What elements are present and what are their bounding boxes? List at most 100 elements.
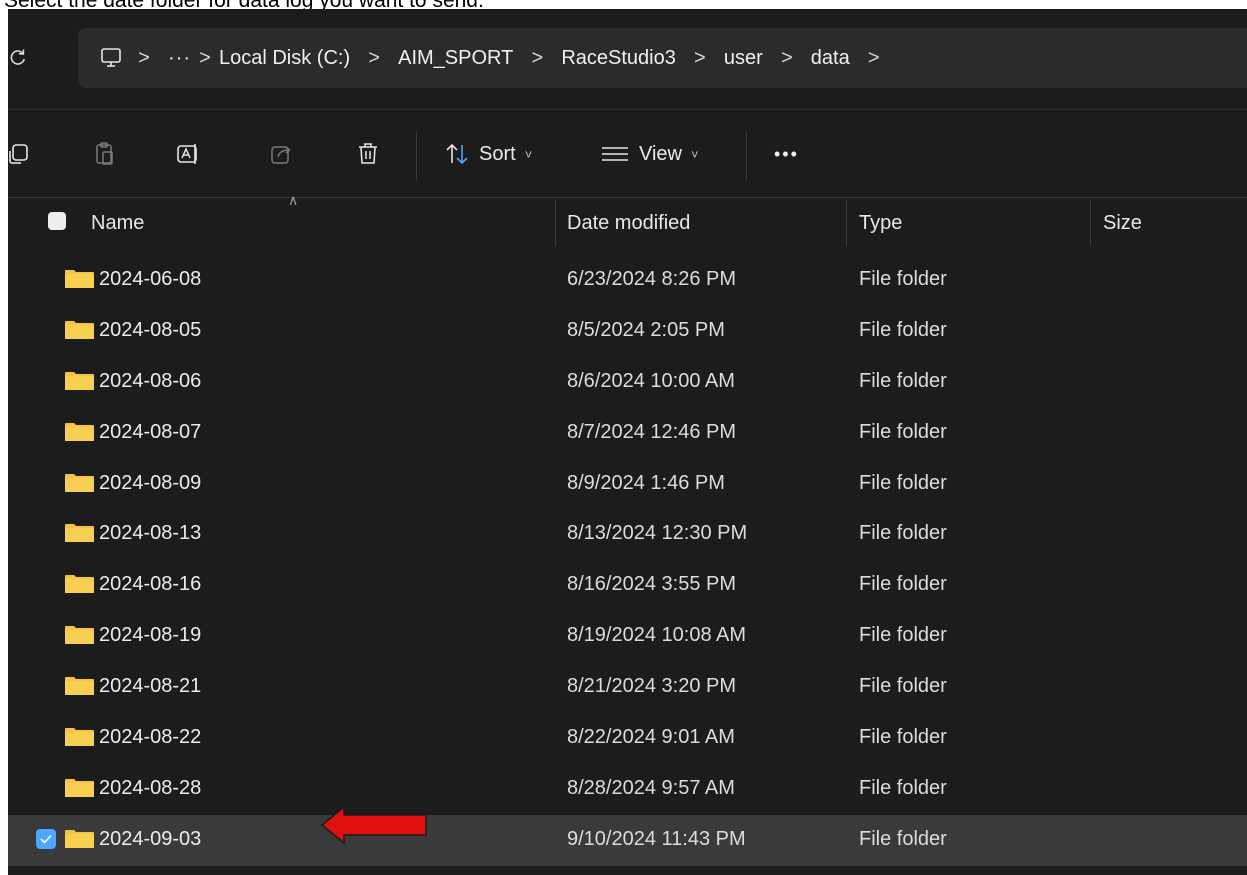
breadcrumb-separator[interactable]: > — [122, 47, 166, 70]
column-separator[interactable] — [1090, 200, 1091, 246]
folder-icon — [65, 829, 94, 848]
breadcrumb-aim-sport[interactable]: AIM_SPORT — [396, 47, 515, 70]
table-row[interactable]: 2024-08-21 8/21/2024 3:20 PM File folder — [8, 662, 1247, 713]
breadcrumb-ellipsis[interactable]: ··· — [166, 47, 193, 70]
table-row[interactable]: 2024-08-16 8/16/2024 3:55 PM File folder — [8, 560, 1247, 611]
table-row[interactable]: 2024-08-13 8/13/2024 12:30 PM File folde… — [8, 509, 1247, 560]
breadcrumb-separator[interactable]: > — [678, 47, 722, 70]
column-header-name[interactable]: Name — [91, 198, 144, 248]
trash-icon — [359, 143, 377, 164]
toolbar-separator — [746, 132, 747, 180]
view-label: View — [639, 142, 682, 165]
more-icon: ••• — [774, 143, 799, 164]
breadcrumb-separator[interactable]: > — [515, 47, 559, 70]
folder-icon — [65, 524, 94, 543]
row-date-modified: 8/7/2024 12:46 PM — [567, 420, 737, 443]
toolbar-separator — [416, 132, 417, 180]
row-name: 2024-08-22 — [99, 726, 202, 749]
row-date-modified: 8/5/2024 2:05 PM — [567, 318, 725, 341]
table-row[interactable]: 2024-08-22 8/22/2024 9:01 AM File folder — [8, 713, 1247, 764]
row-type: File folder — [859, 675, 947, 698]
table-row[interactable]: 2024-08-07 8/7/2024 12:46 PM File folder — [8, 408, 1247, 459]
share-icon — [271, 146, 291, 164]
sort-icon — [446, 143, 468, 165]
table-row-selected[interactable]: 2024-09-03 9/10/2024 11:43 PM File folde… — [8, 814, 1247, 866]
row-name: 2024-08-06 — [99, 369, 202, 392]
folder-icon — [65, 270, 94, 288]
sort-button[interactable]: Sort ˅ — [445, 136, 532, 172]
file-list: 2024-06-08 6/23/2024 8:26 PM File folder… — [8, 255, 1247, 866]
table-row[interactable]: 2024-08-05 8/5/2024 2:05 PM File folder — [8, 306, 1247, 357]
refresh-icon — [10, 49, 25, 65]
address-row: > ··· > Local Disk (C:) > AIM_SPORT > Ra… — [8, 9, 1247, 109]
table-row[interactable]: 2024-08-19 8/19/2024 10:08 AM File folde… — [8, 611, 1247, 662]
row-date-modified: 8/16/2024 3:55 PM — [567, 573, 737, 596]
folder-icon — [65, 677, 94, 696]
column-header-size[interactable]: Size — [1103, 198, 1142, 248]
table-row[interactable]: 2024-08-28 8/28/2024 9:57 AM File folder — [8, 764, 1247, 815]
chevron-down-icon: ˅ — [524, 146, 533, 162]
select-all-checkbox[interactable] — [48, 212, 66, 230]
breadcrumb-local-disk[interactable]: Local Disk (C:) — [217, 47, 352, 70]
share-button[interactable] — [270, 136, 294, 172]
breadcrumb-data[interactable]: data — [809, 47, 852, 70]
row-date-modified: 8/21/2024 3:20 PM — [567, 675, 737, 698]
row-type: File folder — [859, 522, 947, 545]
row-type: File folder — [859, 726, 947, 749]
breadcrumb-separator[interactable]: > — [193, 47, 217, 70]
breadcrumb[interactable]: > ··· > Local Disk (C:) > AIM_SPORT > Ra… — [78, 28, 1247, 88]
row-date-modified: 6/23/2024 8:26 PM — [567, 268, 737, 290]
column-separator[interactable] — [555, 200, 556, 246]
paste-button[interactable] — [94, 136, 116, 172]
row-type: File folder — [859, 573, 947, 596]
row-type: File folder — [859, 624, 947, 647]
refresh-button[interactable] — [8, 39, 28, 75]
sort-label: Sort — [479, 142, 516, 165]
rename-icon — [177, 144, 197, 164]
folder-icon — [65, 575, 94, 594]
row-date-modified: 8/6/2024 10:00 AM — [567, 369, 735, 392]
folder-icon — [65, 371, 94, 390]
table-row[interactable]: 2024-08-06 8/6/2024 10:00 AM File folder — [8, 357, 1247, 408]
row-type: File folder — [859, 776, 947, 799]
delete-button[interactable] — [357, 136, 379, 172]
this-pc-icon[interactable] — [100, 47, 122, 69]
row-name: 2024-08-05 — [99, 318, 202, 341]
new-item-icon — [9, 144, 28, 164]
row-name: 2024-09-03 — [99, 827, 202, 850]
row-checkbox[interactable] — [36, 828, 56, 849]
column-header-date-modified[interactable]: Date modified — [567, 198, 690, 248]
more-options-button[interactable]: ••• — [774, 136, 799, 172]
row-type: File folder — [859, 318, 947, 341]
row-date-modified: 8/22/2024 9:01 AM — [567, 726, 735, 749]
breadcrumb-separator[interactable]: > — [765, 47, 809, 70]
table-row[interactable]: 2024-08-09 8/9/2024 1:46 PM File folder — [8, 459, 1247, 510]
folder-icon — [65, 473, 94, 492]
rename-button[interactable] — [176, 136, 202, 172]
breadcrumb-racestudio3[interactable]: RaceStudio3 — [559, 47, 678, 70]
breadcrumb-separator[interactable]: > — [852, 47, 896, 70]
table-row[interactable]: 2024-06-08 6/23/2024 8:26 PM File folder — [8, 255, 1247, 306]
breadcrumb-user[interactable]: user — [722, 47, 765, 70]
row-name: 2024-08-19 — [99, 624, 202, 647]
view-button[interactable]: View ˅ — [601, 136, 699, 172]
row-type: File folder — [859, 268, 947, 290]
folder-icon — [65, 626, 94, 645]
annotation-arrow-icon — [320, 805, 427, 845]
row-name: 2024-08-16 — [99, 573, 202, 596]
checkmark-icon — [40, 834, 52, 844]
row-date-modified: 8/9/2024 1:46 PM — [567, 471, 725, 494]
row-name: 2024-08-21 — [99, 675, 202, 698]
breadcrumb-separator[interactable]: > — [352, 47, 396, 70]
view-icon — [602, 147, 628, 161]
command-bar: Sort ˅ View ˅ ••• — [8, 110, 1247, 198]
row-name: 2024-08-13 — [99, 522, 202, 545]
row-type: File folder — [859, 420, 947, 443]
file-explorer-window: > ··· > Local Disk (C:) > AIM_SPORT > Ra… — [8, 9, 1247, 875]
folder-icon — [65, 320, 94, 339]
column-header-type[interactable]: Type — [859, 198, 902, 248]
folder-icon — [65, 728, 94, 747]
row-date-modified: 8/19/2024 10:08 AM — [567, 624, 747, 647]
new-button[interactable] — [8, 136, 30, 172]
column-separator[interactable] — [846, 200, 847, 246]
